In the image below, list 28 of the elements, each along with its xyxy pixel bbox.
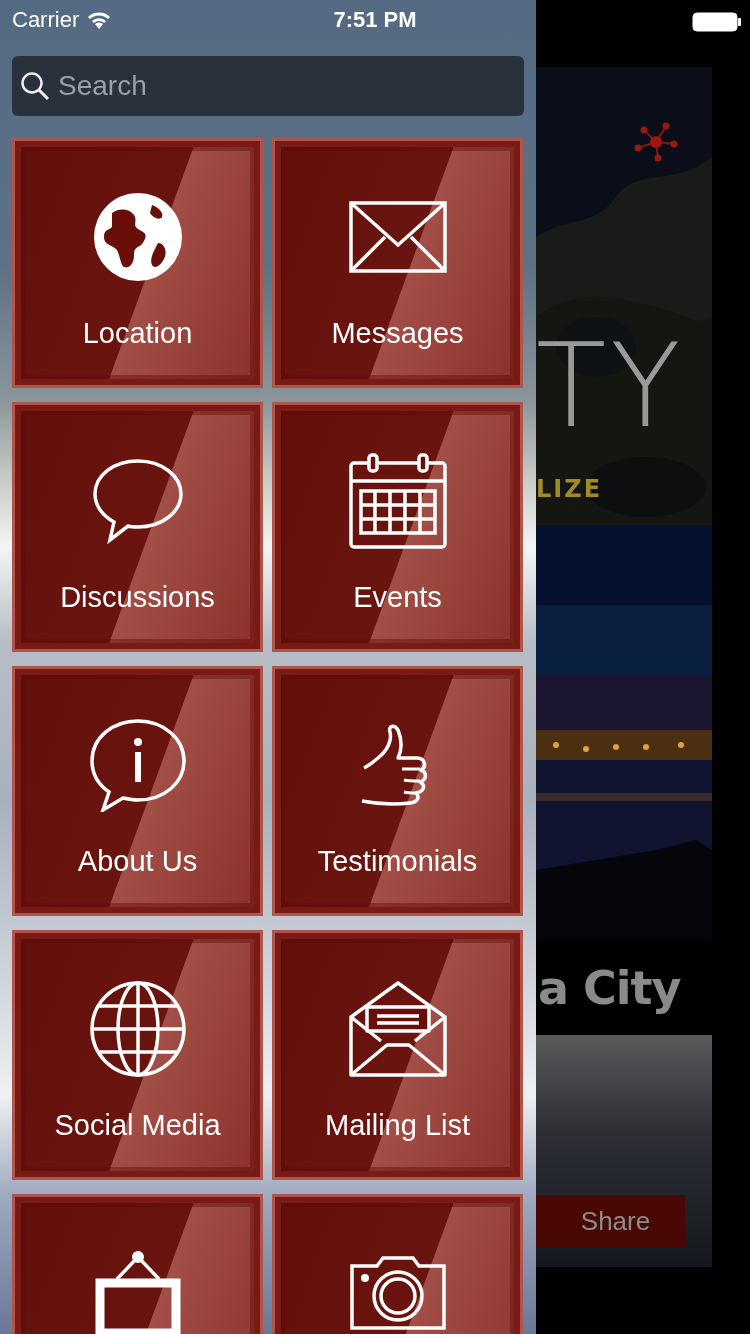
menu-tile[interactable]: Events xyxy=(272,402,523,652)
menu-tile[interactable]: Testimonials xyxy=(272,666,523,916)
search-field[interactable]: Search xyxy=(12,56,524,116)
camera-icon xyxy=(348,1256,447,1330)
menu-tile[interactable]: Messages xyxy=(272,138,523,388)
banner-title: TY xyxy=(536,329,685,444)
picture-frame-icon xyxy=(94,1249,181,1334)
envelope-icon xyxy=(348,201,447,273)
menu-tile[interactable]: About Us xyxy=(12,666,263,916)
network-icon xyxy=(634,122,678,162)
menu-tile[interactable]: Social Media xyxy=(12,930,263,1180)
banner-tagline: LIZE xyxy=(536,475,603,503)
info-icon xyxy=(88,718,187,812)
globe-icon xyxy=(88,980,187,1078)
speech-bubble-icon xyxy=(91,458,184,544)
menu-tile[interactable]: Location xyxy=(12,138,263,388)
search-icon xyxy=(20,71,50,101)
screen-heading: a City xyxy=(538,960,681,1015)
calendar-icon xyxy=(348,453,447,549)
carrier-name: Carrier xyxy=(12,7,80,33)
battery-icon xyxy=(692,12,742,32)
clock-time: 7:51 PM xyxy=(333,7,417,32)
share-button[interactable]: Share xyxy=(536,1195,685,1248)
menu-tile[interactable]: Mailing List xyxy=(272,930,523,1180)
menu-tile[interactable]: Discussions xyxy=(12,402,263,652)
globe-icon xyxy=(91,191,184,283)
open-envelope-icon xyxy=(348,981,447,1077)
wifi-icon xyxy=(87,11,112,29)
